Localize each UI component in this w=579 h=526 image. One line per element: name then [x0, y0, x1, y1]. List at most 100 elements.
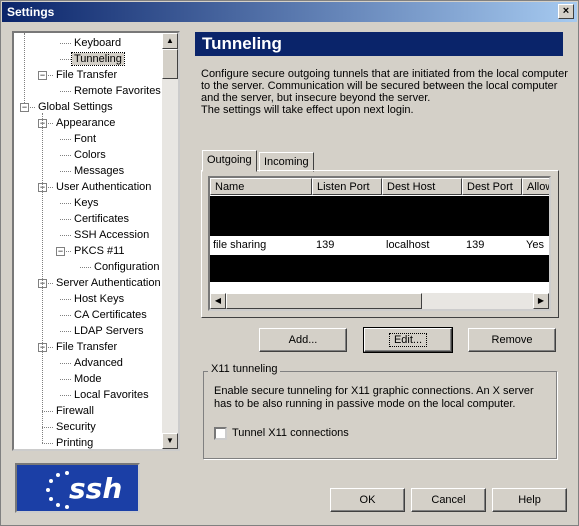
- redacted-rows: [210, 255, 549, 282]
- tree-item-label: Remote Favorites: [74, 85, 161, 97]
- tree-item-label: Font: [74, 133, 97, 145]
- title-bar[interactable]: Settings ×: [2, 2, 577, 22]
- x11-group-title: X11 tunneling: [208, 363, 281, 375]
- tree-item[interactable]: File Transfer: [54, 67, 119, 83]
- scroll-right-button[interactable]: ▶: [533, 293, 549, 309]
- tree-connector: [24, 33, 25, 103]
- tree-item[interactable]: Host Keys: [72, 291, 126, 307]
- panel-description: Configure secure outgoing tunnels that a…: [201, 68, 571, 116]
- tree-connector: [60, 171, 71, 172]
- scroll-up-button[interactable]: ▲: [162, 33, 178, 49]
- tree-item-label: Global Settings: [38, 101, 113, 113]
- tree-item[interactable]: Global Settings: [36, 99, 115, 115]
- tree-item[interactable]: Server Authentication: [54, 275, 163, 291]
- tree-connector: [60, 203, 71, 204]
- tree-scrollbar[interactable]: ▲ ▼: [162, 33, 178, 449]
- tree-scroll-thumb[interactable]: [162, 49, 178, 79]
- tree-connector: [60, 379, 71, 380]
- tree-item[interactable]: Remote Favorites: [72, 83, 163, 99]
- description-line: Configure secure outgoing tunnels that a…: [201, 68, 568, 80]
- column-header-dest-host[interactable]: Dest Host: [382, 178, 462, 195]
- tree-item[interactable]: Font: [72, 131, 98, 147]
- tree-item[interactable]: Colors: [72, 147, 108, 163]
- ok-button[interactable]: OK: [330, 488, 405, 512]
- tree-item[interactable]: Advanced: [72, 355, 125, 371]
- tree-item-label: Certificates: [74, 213, 130, 225]
- collapse-toggle-icon[interactable]: −: [38, 71, 47, 80]
- column-header-allow[interactable]: Allow: [522, 178, 549, 195]
- edit-button[interactable]: Edit...: [363, 327, 453, 353]
- tree-item[interactable]: Messages: [72, 163, 126, 179]
- collapse-toggle-icon[interactable]: −: [20, 103, 29, 112]
- tree-item[interactable]: User Authentication: [54, 179, 153, 195]
- table-horizontal-scrollbar[interactable]: ◀ ▶: [210, 293, 549, 309]
- tree-connector: [60, 363, 71, 364]
- tree-item[interactable]: Keys: [72, 195, 100, 211]
- tree-item-label: Messages: [74, 165, 125, 177]
- tree-item[interactable]: Configuration: [92, 259, 161, 275]
- tree-item-label: PKCS #11: [74, 245, 125, 257]
- tunnel-x11-checkbox[interactable]: [214, 427, 227, 440]
- column-header-dest-port[interactable]: Dest Port: [462, 178, 522, 195]
- tree-connector: [60, 331, 71, 332]
- tree-item-label: Keys: [74, 197, 99, 209]
- tree-connector: [42, 411, 53, 412]
- tree-item-label: Advanced: [74, 357, 123, 369]
- tree-item[interactable]: Appearance: [54, 115, 117, 131]
- scroll-down-button[interactable]: ▼: [162, 433, 178, 449]
- tree-item[interactable]: Local Favorites: [72, 387, 151, 403]
- tree-item[interactable]: Security: [54, 419, 98, 435]
- cell-dest-port: 139: [466, 239, 485, 251]
- tree-item-label: Configuration: [94, 261, 160, 273]
- tree-item[interactable]: SSH Accession: [72, 227, 151, 243]
- table-scroll-thumb[interactable]: [226, 293, 422, 309]
- add-button[interactable]: Add...: [259, 328, 347, 352]
- divider: [186, 27, 188, 517]
- tree-item[interactable]: Keyboard: [72, 35, 123, 51]
- add-button-label: Add...: [288, 334, 318, 346]
- table-row[interactable]: file sharing 139 localhost 139 Yes: [210, 238, 549, 252]
- logo-text: ssh: [69, 472, 123, 505]
- tree-item[interactable]: File Transfer: [54, 339, 119, 355]
- tree-connector: [60, 59, 71, 60]
- window-title: Settings: [7, 5, 55, 19]
- tree-item[interactable]: CA Certificates: [72, 307, 149, 323]
- column-header-listen-port[interactable]: Listen Port: [312, 178, 382, 195]
- page-title: Tunneling: [195, 32, 563, 56]
- x11-description: Enable secure tunneling for X11 graphic …: [214, 385, 534, 410]
- tree-item[interactable]: PKCS #11: [72, 243, 127, 259]
- cancel-button-label: Cancel: [431, 494, 466, 506]
- tunnels-table[interactable]: Name Listen Port Dest Host Dest Port All…: [208, 176, 551, 311]
- tree-connector: [60, 299, 71, 300]
- help-button[interactable]: Help: [492, 488, 567, 512]
- tree-item[interactable]: Certificates: [72, 211, 131, 227]
- collapse-toggle-icon[interactable]: −: [56, 247, 65, 256]
- scroll-left-button[interactable]: ◀: [210, 293, 226, 309]
- ok-button-label: OK: [359, 494, 376, 506]
- tree-connector: [60, 91, 71, 92]
- cancel-button[interactable]: Cancel: [411, 488, 486, 512]
- settings-tree[interactable]: ▲ ▼ Keyboard Tunneling File Transfer − Remot…: [12, 31, 180, 451]
- column-header-name[interactable]: Name: [210, 178, 312, 195]
- tab-outgoing[interactable]: Outgoing: [202, 150, 257, 172]
- edit-button-label: Edit...: [388, 333, 428, 347]
- tree-item[interactable]: Firewall: [54, 403, 96, 419]
- tree-item-label: Appearance: [56, 117, 116, 129]
- tree-item[interactable]: LDAP Servers: [72, 323, 146, 339]
- tree-item-label: Host Keys: [74, 293, 125, 305]
- description-line: The settings will take effect upon next …: [201, 104, 414, 116]
- tree-connector: [60, 219, 71, 220]
- tree-item[interactable]: Mode: [72, 371, 104, 387]
- remove-button[interactable]: Remove: [468, 328, 556, 352]
- tree-item-label: Mode: [74, 373, 102, 385]
- tree-item-label: File Transfer: [56, 69, 118, 81]
- tunnel-x11-label[interactable]: Tunnel X11 connections: [232, 427, 349, 439]
- tree-item[interactable]: Tunneling: [71, 51, 125, 67]
- tree-connector: [42, 427, 53, 428]
- tree-connector: [60, 315, 71, 316]
- tree-item[interactable]: Printing: [54, 435, 95, 449]
- ssh-logo: ssh: [15, 463, 140, 513]
- close-button[interactable]: ×: [558, 4, 574, 19]
- tab-incoming[interactable]: Incoming: [259, 152, 314, 172]
- tree-connector: [60, 235, 71, 236]
